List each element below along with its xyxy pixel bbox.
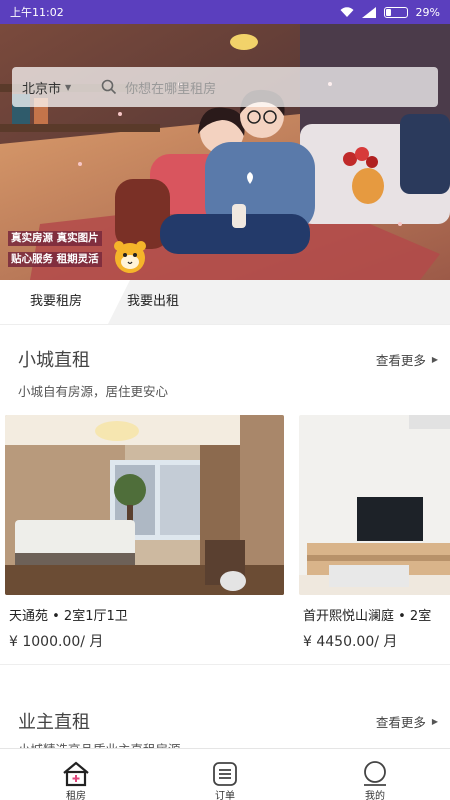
bedroom-photo	[5, 415, 284, 595]
search-input[interactable]: 你想在哪里租房	[125, 78, 216, 97]
status-bar: 上午11:02 29%	[0, 0, 450, 24]
battery-fill	[385, 8, 392, 16]
listing-price: ¥ 1000.00/ 月	[9, 634, 104, 650]
listing-photo[interactable]	[5, 415, 284, 595]
listing-name: 首开熙悦山澜庭 • 2室	[303, 609, 432, 624]
chevron-down-icon: ▼	[65, 82, 72, 92]
chevron-right-icon: ▶	[431, 354, 438, 364]
city-label: 北京市	[22, 81, 62, 97]
chevron-right-icon: ▶	[431, 716, 438, 726]
section-header-direct-rent: 小城直租 查看更多 ▶	[18, 346, 438, 372]
wifi-icon	[340, 6, 354, 17]
section-title: 小城直租	[18, 350, 90, 371]
hero-badge-line2: 贴心服务 租期灵活	[8, 252, 102, 267]
nav-label: 我的	[365, 791, 385, 800]
see-more-label: 查看更多	[375, 714, 426, 730]
nav-item-rent[interactable]: 租房	[46, 761, 106, 800]
listing-photo[interactable]	[299, 415, 450, 595]
city-selector[interactable]: 北京市 ▼	[22, 78, 71, 97]
bottom-nav: 租房 订单 我的	[0, 748, 450, 800]
listing-name: 天通苑 • 2室1厅1卫	[9, 609, 128, 624]
rent-tabs: 我要租房 我要出租	[0, 280, 450, 324]
section-subtitle: 小城自有房源，居住更安心	[18, 384, 169, 399]
listing-card[interactable]: 首开熙悦山澜庭 • 2室 ¥ 4450.00/ 月	[299, 415, 450, 650]
order-list-icon	[213, 762, 237, 786]
tab-list-home[interactable]: 我要出租	[127, 280, 179, 324]
see-more-label: 查看更多	[375, 352, 426, 368]
hero-badge-line1: 真实房源 真实图片	[8, 231, 102, 246]
divider	[0, 664, 450, 694]
see-more-button[interactable]: 查看更多 ▶	[376, 712, 438, 731]
see-more-button[interactable]: 查看更多 ▶	[376, 350, 438, 369]
status-time: 上午11:02	[10, 6, 64, 19]
nav-item-profile[interactable]: 我的	[345, 761, 405, 800]
tab-rent-home[interactable]: 我要租房	[0, 280, 130, 324]
signal-icon	[361, 6, 376, 18]
listing-card[interactable]: 天通苑 • 2室1厅1卫 ¥ 1000.00/ 月	[5, 415, 284, 650]
nav-label: 订单	[215, 791, 235, 800]
listing-price: ¥ 4450.00/ 月	[303, 634, 398, 650]
search-icon	[101, 79, 117, 95]
screen: 上午11:02 29% 北京市 ▼ 你想在哪里租房 真实房源 真实图片 贴心服务…	[0, 0, 450, 800]
living-room-photo	[299, 415, 450, 595]
tiger-mascot-icon	[114, 241, 146, 273]
battery-percent: 29%	[415, 5, 440, 19]
nav-label: 租房	[66, 791, 86, 800]
nav-item-orders[interactable]: 订单	[195, 761, 255, 800]
battery-icon	[383, 6, 408, 18]
search-bar[interactable]: 北京市 ▼ 你想在哪里租房	[12, 67, 438, 107]
hero-badge: 真实房源 真实图片 贴心服务 租期灵活	[8, 226, 118, 268]
section-title: 业主直租	[18, 712, 90, 733]
house-icon	[63, 761, 89, 787]
section-header-owner-rent: 业主直租 查看更多 ▶	[18, 708, 438, 734]
divider	[0, 324, 450, 330]
profile-icon	[364, 761, 386, 786]
